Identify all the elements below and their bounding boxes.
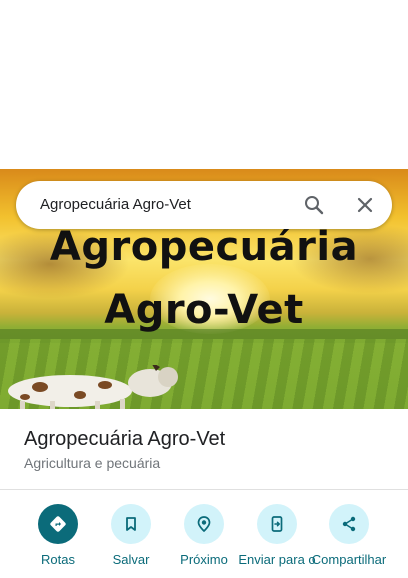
share-button[interactable]: Compartilhar [312,504,386,578]
search-icon[interactable] [302,193,326,217]
nearby-icon[interactable] [184,504,224,544]
search-query-text[interactable]: Agropecuária Agro-Vet [40,196,191,213]
send-to-phone-icon[interactable] [257,504,297,544]
map-blank-area [0,0,408,169]
send-to-phone-button[interactable]: Enviar para o [238,504,316,578]
divider [0,489,408,490]
hero-title-line2: Agro-Vet [104,287,304,333]
directions-icon[interactable] [38,504,78,544]
directions-button[interactable]: Rotas [21,504,95,578]
share-label: Compartilhar [311,552,387,567]
place-category[interactable]: Agricultura e pecuária [24,455,160,471]
place-title: Agropecuária Agro-Vet [24,428,226,450]
close-icon[interactable] [353,193,377,217]
bookmark-icon[interactable] [111,504,151,544]
save-button[interactable]: Salvar [94,504,168,578]
search-bar[interactable]: Agropecuária Agro-Vet [16,181,392,229]
nearby-button[interactable]: Próximo [167,504,241,578]
hero-title-line1: Agropecuária [49,224,359,270]
cattle-illustration [8,365,178,409]
share-icon[interactable] [329,504,369,544]
